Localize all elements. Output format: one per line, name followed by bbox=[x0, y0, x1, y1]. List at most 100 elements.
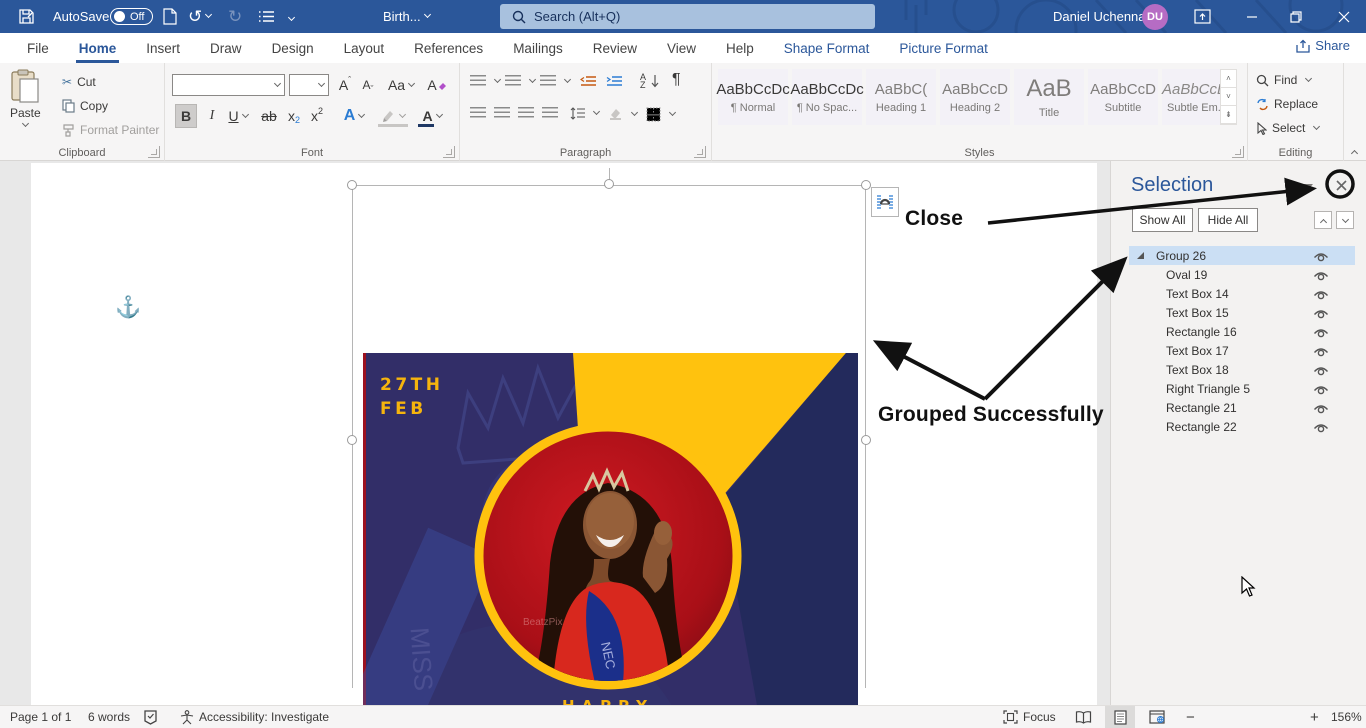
selection-handle-top-right[interactable] bbox=[861, 180, 871, 190]
replace-button[interactable]: Replace bbox=[1256, 97, 1318, 111]
selection-item-text-box-17[interactable]: Text Box 17 bbox=[1129, 341, 1355, 360]
visibility-eye-icon[interactable] bbox=[1313, 402, 1329, 417]
select-button[interactable]: Select bbox=[1256, 121, 1319, 135]
pane-dropdown-icon[interactable] bbox=[1303, 184, 1313, 190]
visibility-eye-icon[interactable] bbox=[1313, 345, 1329, 360]
cut-button[interactable]: ✂Cut bbox=[62, 75, 96, 89]
avatar[interactable]: DU bbox=[1142, 0, 1168, 33]
redo-button[interactable]: ↻ bbox=[228, 0, 242, 33]
share-button[interactable]: Share bbox=[1296, 38, 1350, 53]
tab-home[interactable]: Home bbox=[64, 33, 132, 63]
style-heading-1[interactable]: AaBbC(Heading 1 bbox=[866, 69, 936, 125]
selection-item-group-26[interactable]: Group 26 bbox=[1129, 246, 1355, 265]
bold-button[interactable]: B bbox=[175, 104, 197, 128]
new-document-icon[interactable] bbox=[163, 0, 177, 33]
find-button[interactable]: Find bbox=[1256, 73, 1311, 87]
tab-draw[interactable]: Draw bbox=[195, 33, 257, 63]
selection-item-oval-19[interactable]: Oval 19 bbox=[1129, 265, 1355, 284]
selection-handle-mid-right[interactable] bbox=[861, 435, 871, 445]
proofing-icon[interactable] bbox=[143, 706, 158, 728]
birthday-card-group[interactable]: MISS bbox=[363, 353, 858, 705]
increase-indent-button[interactable] bbox=[606, 75, 623, 88]
paste-button[interactable]: Paste bbox=[10, 69, 41, 128]
multilevel-list-button[interactable] bbox=[540, 75, 570, 87]
tab-mailings[interactable]: Mailings bbox=[498, 33, 578, 63]
visibility-eye-icon[interactable] bbox=[1313, 250, 1329, 265]
tab-picture-format[interactable]: Picture Format bbox=[884, 33, 1003, 63]
tab-file[interactable]: File bbox=[12, 33, 64, 63]
style-heading-2[interactable]: AaBbCcDHeading 2 bbox=[940, 69, 1010, 125]
gallery-more-icon[interactable]: ⇟ bbox=[1221, 106, 1236, 124]
minimize-button[interactable] bbox=[1230, 0, 1274, 33]
selection-item-right-triangle-5[interactable]: Right Triangle 5 bbox=[1129, 379, 1355, 398]
undo-button[interactable]: ↺ bbox=[188, 0, 211, 33]
align-center-button[interactable] bbox=[494, 107, 510, 119]
align-left-button[interactable] bbox=[470, 107, 486, 119]
borders-button[interactable] bbox=[646, 107, 675, 122]
web-layout-button[interactable] bbox=[1142, 706, 1172, 728]
tab-design[interactable]: Design bbox=[257, 33, 329, 63]
quick-access-list-icon[interactable] bbox=[258, 0, 274, 33]
styles-dialog-launcher[interactable] bbox=[1232, 146, 1244, 158]
visibility-eye-icon[interactable] bbox=[1313, 383, 1329, 398]
visibility-eye-icon[interactable] bbox=[1313, 364, 1329, 379]
selection-item-text-box-18[interactable]: Text Box 18 bbox=[1129, 360, 1355, 379]
visibility-eye-icon[interactable] bbox=[1313, 307, 1329, 322]
selection-item-rectangle-16[interactable]: Rectangle 16 bbox=[1129, 322, 1355, 341]
grow-font-button[interactable]: Aˆ bbox=[334, 73, 356, 97]
style-normal[interactable]: AaBbCcDc¶ Normal bbox=[718, 69, 788, 125]
highlight-color-button[interactable] bbox=[375, 104, 411, 128]
gallery-down-icon[interactable]: ˅ bbox=[1221, 88, 1236, 106]
word-count[interactable]: 6 words bbox=[88, 706, 130, 728]
pane-close-button[interactable] bbox=[1332, 176, 1350, 194]
clear-formatting-button[interactable]: A bbox=[424, 73, 450, 97]
style-title[interactable]: AaBTitle bbox=[1014, 69, 1084, 125]
hide-all-button[interactable]: Hide All bbox=[1198, 208, 1258, 232]
underline-button[interactable]: U bbox=[223, 104, 253, 128]
accessibility-status[interactable]: Accessibility: Investigate bbox=[180, 706, 329, 728]
send-backward-button[interactable] bbox=[1336, 211, 1354, 229]
document-title[interactable]: Birth... bbox=[383, 0, 430, 33]
show-marks-button[interactable]: ¶ bbox=[672, 71, 681, 89]
close-window-button[interactable] bbox=[1322, 0, 1366, 33]
text-effects-button[interactable]: A bbox=[337, 104, 371, 128]
autosave-toggle[interactable]: Off bbox=[110, 0, 153, 33]
selection-handle-mid-left[interactable] bbox=[347, 435, 357, 445]
subscript-button[interactable]: x2 bbox=[283, 104, 305, 128]
format-painter-button[interactable]: Format Painter bbox=[62, 123, 159, 137]
save-icon[interactable] bbox=[18, 0, 35, 33]
shrink-font-button[interactable]: Aˇ bbox=[357, 73, 379, 97]
visibility-eye-icon[interactable] bbox=[1313, 421, 1329, 436]
copy-button[interactable]: Copy bbox=[62, 99, 108, 113]
shading-button[interactable] bbox=[608, 107, 637, 121]
focus-button[interactable]: Focus bbox=[1003, 706, 1056, 728]
justify-button[interactable] bbox=[542, 107, 558, 119]
style-subtitle[interactable]: AaBbCcDSubtitle bbox=[1088, 69, 1158, 125]
font-name-combo[interactable] bbox=[172, 74, 285, 96]
restore-button[interactable] bbox=[1274, 0, 1318, 33]
line-spacing-button[interactable] bbox=[570, 107, 599, 120]
tab-layout[interactable]: Layout bbox=[329, 33, 400, 63]
superscript-button[interactable]: x2 bbox=[306, 104, 328, 128]
zoom-in-button[interactable]: + bbox=[1310, 706, 1319, 728]
tab-references[interactable]: References bbox=[399, 33, 498, 63]
read-mode-button[interactable] bbox=[1068, 706, 1098, 728]
change-case-button[interactable]: Aa bbox=[384, 73, 418, 97]
page-indicator[interactable]: Page 1 of 1 bbox=[10, 706, 71, 728]
visibility-eye-icon[interactable] bbox=[1313, 326, 1329, 341]
quick-access-more-chevron[interactable] bbox=[285, 0, 294, 33]
font-color-button[interactable]: A bbox=[415, 104, 449, 128]
tab-review[interactable]: Review bbox=[578, 33, 652, 63]
tab-help[interactable]: Help bbox=[711, 33, 769, 63]
sort-button[interactable]: AZ bbox=[640, 73, 659, 89]
align-right-button[interactable] bbox=[518, 107, 534, 119]
tab-shape-format[interactable]: Shape Format bbox=[769, 33, 885, 63]
decrease-indent-button[interactable] bbox=[580, 75, 597, 88]
tab-view[interactable]: View bbox=[652, 33, 711, 63]
selection-item-rectangle-21[interactable]: Rectangle 21 bbox=[1129, 398, 1355, 417]
zoom-level[interactable]: 156% bbox=[1331, 706, 1362, 728]
italic-button[interactable]: I bbox=[203, 104, 221, 128]
bullets-button[interactable] bbox=[470, 75, 500, 87]
user-name[interactable]: Daniel Uchenna bbox=[1053, 0, 1146, 33]
gallery-up-icon[interactable]: ˄ bbox=[1221, 70, 1236, 88]
